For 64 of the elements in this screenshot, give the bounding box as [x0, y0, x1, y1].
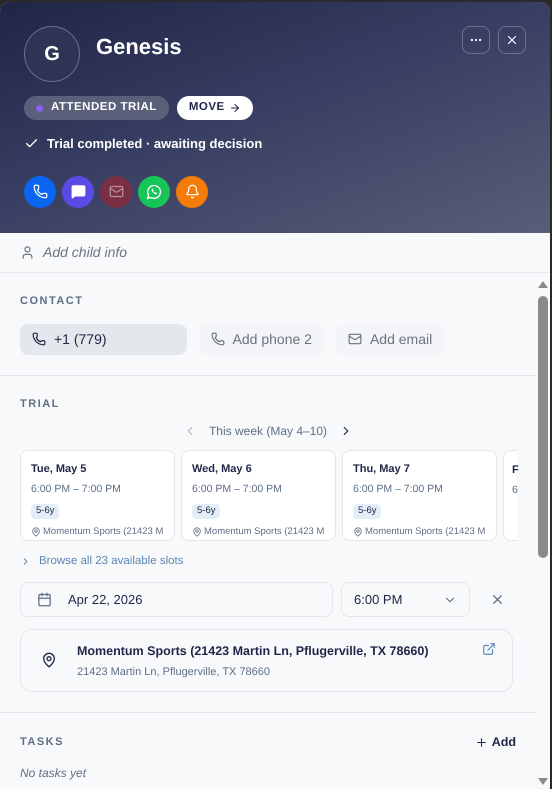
phone-icon [32, 332, 46, 346]
message-button[interactable] [62, 176, 94, 208]
call-button[interactable] [24, 176, 56, 208]
slot-card[interactable]: Tue, May 5 6:00 PM – 7:00 PM 5-6y Momentum Sports (21423 M [20, 450, 175, 541]
map-pin-icon [31, 527, 41, 538]
slot-time: 6:00 PM – 7:00 PM [31, 482, 122, 496]
date-field[interactable]: Apr 22, 2026 [20, 582, 333, 618]
map-pin-icon [192, 527, 202, 538]
move-button[interactable]: MOVE [176, 96, 253, 120]
scroll-up-icon [538, 281, 548, 288]
slot-location: Momentum Sports (21423 M [43, 525, 164, 540]
external-link-icon [482, 642, 496, 656]
contact-name: Genesis [96, 33, 182, 61]
phone-chip[interactable]: +1 (779) [20, 324, 187, 354]
calendar-icon [37, 592, 52, 608]
open-external-button[interactable] [482, 642, 496, 656]
slot-time: 6:00 PM – 7:00 PM [192, 482, 283, 496]
phone-chip[interactable]: Add phone 2 [198, 324, 324, 354]
slot-day: F [512, 462, 517, 478]
slot-card[interactable]: Thu, May 7 6:00 PM – 7:00 PM 5-6y Momentum Sports (21423 M [342, 450, 497, 541]
map-pin-icon [353, 527, 363, 538]
slot-card[interactable]: F 6 [503, 450, 517, 541]
slot-location: Momentum Sports (21423 M [204, 525, 324, 540]
email-chip[interactable]: Add email [336, 324, 444, 354]
slot-day: Wed, May 6 [192, 461, 325, 478]
age-tag: 5-6y [192, 504, 220, 518]
avatar: G [24, 26, 80, 82]
whatsapp-button[interactable] [138, 176, 170, 208]
stage-label: ATTENDED TRIAL [51, 100, 157, 116]
plus-icon [474, 736, 488, 750]
venue-address: 21423 Martin Ln, Pflugerville, TX 78660 [77, 665, 272, 680]
section-heading: CONTACT [20, 294, 84, 309]
chat-bubble-icon [145, 182, 163, 200]
slot-location: Momentum Sports (21423 M [365, 525, 486, 540]
age-tag: 5-6y [31, 504, 60, 518]
status-text: Trial completed · awaiting decision [47, 135, 262, 153]
week-label: This week (May 4–10) [208, 423, 328, 440]
slot-time: 6 [512, 482, 517, 498]
section-heading: TRIAL [20, 396, 61, 412]
phone-icon [210, 332, 225, 346]
child-info-field[interactable]: Add child info [43, 242, 128, 263]
arrow-right-icon [228, 102, 241, 114]
browse-slots-link[interactable]: Browse all 23 available slots [39, 553, 184, 570]
close-button[interactable] [498, 26, 526, 54]
slot-day: Thu, May 7 [353, 461, 486, 478]
map-pin-icon [41, 652, 57, 668]
mail-icon [108, 184, 124, 199]
person-icon [20, 245, 35, 260]
bell-icon [184, 184, 200, 199]
slot-day: Tue, May 5 [31, 461, 164, 478]
venue-name: Momentum Sports (21423 Martin Ln, Pflugerville, TX 78660) [77, 643, 430, 660]
reminder-button[interactable] [176, 176, 208, 208]
slot-time: 6:00 PM – 7:00 PM [353, 482, 444, 496]
empty-tasks-text: No tasks yet [20, 765, 88, 782]
time-select[interactable]: 6:00 PM [341, 582, 470, 618]
scroll-down-icon [538, 778, 548, 785]
phone-icon [32, 184, 48, 199]
age-tag: 5-6y [353, 504, 382, 518]
section-heading: TASKS [20, 735, 64, 750]
close-icon [505, 33, 519, 47]
add-task-button[interactable]: Add [474, 733, 516, 752]
chat-icon [70, 184, 86, 199]
mail-icon [348, 332, 362, 346]
slot-card[interactable]: Wed, May 6 6:00 PM – 7:00 PM 5-6y Momentum Sports (21423 M [181, 450, 336, 541]
